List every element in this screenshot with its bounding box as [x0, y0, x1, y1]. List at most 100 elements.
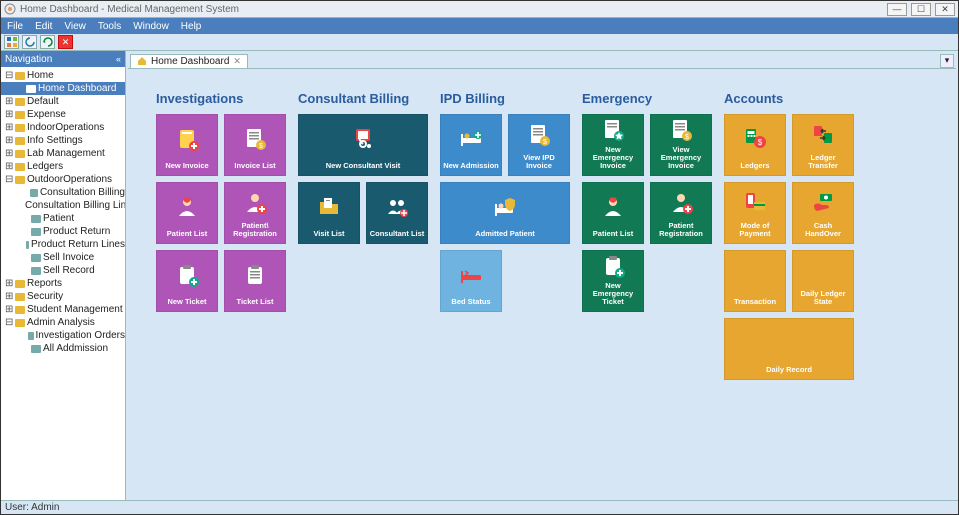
tile-label: Daily Record	[766, 366, 812, 374]
tree-item-label: Consultation Billing Lines	[25, 200, 125, 211]
item-icon	[31, 345, 41, 353]
person-heart-icon	[174, 187, 200, 227]
content-area: Home Dashboard ✕ ▾ InvestigationsNew Inv…	[126, 51, 958, 500]
tile-label: Cash HandOver	[795, 222, 851, 238]
menubar: File Edit View Tools Window Help	[1, 18, 958, 34]
menu-tools[interactable]: Tools	[98, 21, 121, 32]
menu-view[interactable]: View	[64, 21, 86, 32]
tree-item[interactable]: ⊞Info Settings	[1, 134, 125, 147]
close-button[interactable]: ✕	[935, 3, 955, 16]
tree-item[interactable]: Product Return Lines	[1, 238, 125, 251]
tile-label: New Emergency Ticket	[585, 282, 641, 306]
tree-item[interactable]: All Addmission	[1, 342, 125, 355]
tile[interactable]: Ticket List	[224, 250, 286, 312]
doc-plus-icon	[174, 119, 200, 159]
tile[interactable]: New Invoice	[156, 114, 218, 176]
tile[interactable]: Mode of Payment	[724, 182, 786, 244]
menu-edit[interactable]: Edit	[35, 21, 52, 32]
tree-item[interactable]: Patient	[1, 212, 125, 225]
tree-item-label: Consultation Billing	[40, 187, 125, 198]
maximize-button[interactable]: ☐	[911, 3, 931, 16]
tile-label: Patient Registration	[653, 222, 709, 238]
tree-twisty-icon: ⊞	[5, 135, 13, 146]
toolbar-button-refresh-icon[interactable]	[40, 35, 55, 49]
tree-item[interactable]: Consultation Billing	[1, 186, 125, 199]
tree-twisty-icon: ⊞	[5, 304, 13, 315]
menu-window[interactable]: Window	[133, 21, 169, 32]
tree-item-label: IndoorOperations	[27, 122, 104, 133]
tree-item[interactable]: ⊞Security	[1, 290, 125, 303]
people-icon	[384, 187, 410, 227]
tile[interactable]: Transaction	[724, 250, 786, 312]
tile[interactable]: New Admission	[440, 114, 502, 176]
tile[interactable]: Patient List	[582, 182, 644, 244]
tree-item[interactable]: ⊞Default	[1, 95, 125, 108]
tile[interactable]: Patient Registration	[650, 182, 712, 244]
folder-icon	[15, 280, 25, 288]
transfer-icon	[810, 119, 836, 151]
tile[interactable]: New Ticket	[156, 250, 218, 312]
tile[interactable]: $Invoice List	[224, 114, 286, 176]
tile[interactable]: Consultant List	[366, 182, 428, 244]
tile[interactable]: Bed Status	[440, 250, 502, 312]
tile[interactable]: Patient List	[156, 182, 218, 244]
tile[interactable]: Patient\ Registration	[224, 182, 286, 244]
tile-grid: New Consultant Visit Visit List Consultant…	[298, 114, 428, 244]
menu-file[interactable]: File	[7, 21, 23, 32]
tile-label: Patient List	[167, 230, 207, 238]
tree-item[interactable]: Sell Record	[1, 264, 125, 277]
tile[interactable]: Daily Ledger State	[792, 250, 854, 312]
menu-help[interactable]: Help	[181, 21, 202, 32]
toolbar-button-close-icon[interactable]: ✕	[58, 35, 73, 49]
tile-label: Visit List	[313, 230, 344, 238]
tile[interactable]: $View Emergency Invoice	[650, 114, 712, 176]
tree-item[interactable]: Consultation Billing Lines	[1, 199, 125, 212]
tile[interactable]: Cash HandOver	[792, 182, 854, 244]
tree-item[interactable]: ⊞Lab Management	[1, 147, 125, 160]
navigation-tree[interactable]: ⊟HomeHome Dashboard⊞Default⊞Expense⊞Indo…	[1, 67, 125, 500]
tile[interactable]: Daily Record	[724, 318, 854, 380]
tab-close-icon[interactable]: ✕	[233, 56, 241, 67]
item-icon	[28, 332, 34, 340]
minimize-button[interactable]: —	[887, 3, 907, 16]
tree-item[interactable]: ⊟Home	[1, 69, 125, 82]
navigation-header: Navigation «	[1, 51, 125, 67]
tile-grid: New Emergency Invoice$View Emergency Inv…	[582, 114, 712, 312]
tree-item[interactable]: ⊞Ledgers	[1, 160, 125, 173]
tile[interactable]: $View IPD Invoice	[508, 114, 570, 176]
tree-item[interactable]: ⊞Expense	[1, 108, 125, 121]
toolbar-button-grid-icon[interactable]	[4, 35, 19, 49]
toolbar-button-back-icon[interactable]	[22, 35, 37, 49]
item-icon	[31, 228, 41, 236]
tab-home-dashboard[interactable]: Home Dashboard ✕	[130, 54, 248, 68]
tile[interactable]: $Ledgers	[724, 114, 786, 176]
tile[interactable]: Ledger Transfer	[792, 114, 854, 176]
doc-money-icon: $	[526, 119, 552, 151]
bed-shield-icon	[492, 187, 518, 227]
tab-dropdown-icon[interactable]: ▾	[940, 54, 954, 68]
tile[interactable]: New Emergency Invoice	[582, 114, 644, 176]
tile-label: Ticket List	[237, 298, 274, 306]
dashboard-section: Accounts$LedgersLedger TransferMode of P…	[724, 91, 854, 380]
tree-item[interactable]: Investigation Orders	[1, 329, 125, 342]
tree-item-label: Product Return Lines	[31, 239, 125, 250]
tree-item[interactable]: ⊟Admin Analysis	[1, 316, 125, 329]
svg-text:$: $	[758, 138, 763, 147]
tile[interactable]: Admitted Patient	[440, 182, 570, 244]
tree-item[interactable]: Product Return	[1, 225, 125, 238]
folder-icon	[15, 137, 25, 145]
tree-item[interactable]: ⊞IndoorOperations	[1, 121, 125, 134]
tree-item[interactable]: ⊞Reports	[1, 277, 125, 290]
tree-item-label: Investigation Orders	[36, 330, 126, 341]
tile[interactable]: New Emergency Ticket	[582, 250, 644, 312]
tree-item[interactable]: ⊞Student Management	[1, 303, 125, 316]
tree-item[interactable]: Home Dashboard	[1, 82, 125, 95]
folder-icon	[15, 176, 25, 184]
tree-item[interactable]: Sell Invoice	[1, 251, 125, 264]
tile[interactable]: New Consultant Visit	[298, 114, 428, 176]
pin-icon[interactable]: «	[116, 54, 121, 64]
tree-twisty-icon: ⊞	[5, 148, 13, 159]
home-icon	[137, 56, 147, 66]
tree-item[interactable]: ⊟OutdoorOperations	[1, 173, 125, 186]
tile[interactable]: Visit List	[298, 182, 360, 244]
